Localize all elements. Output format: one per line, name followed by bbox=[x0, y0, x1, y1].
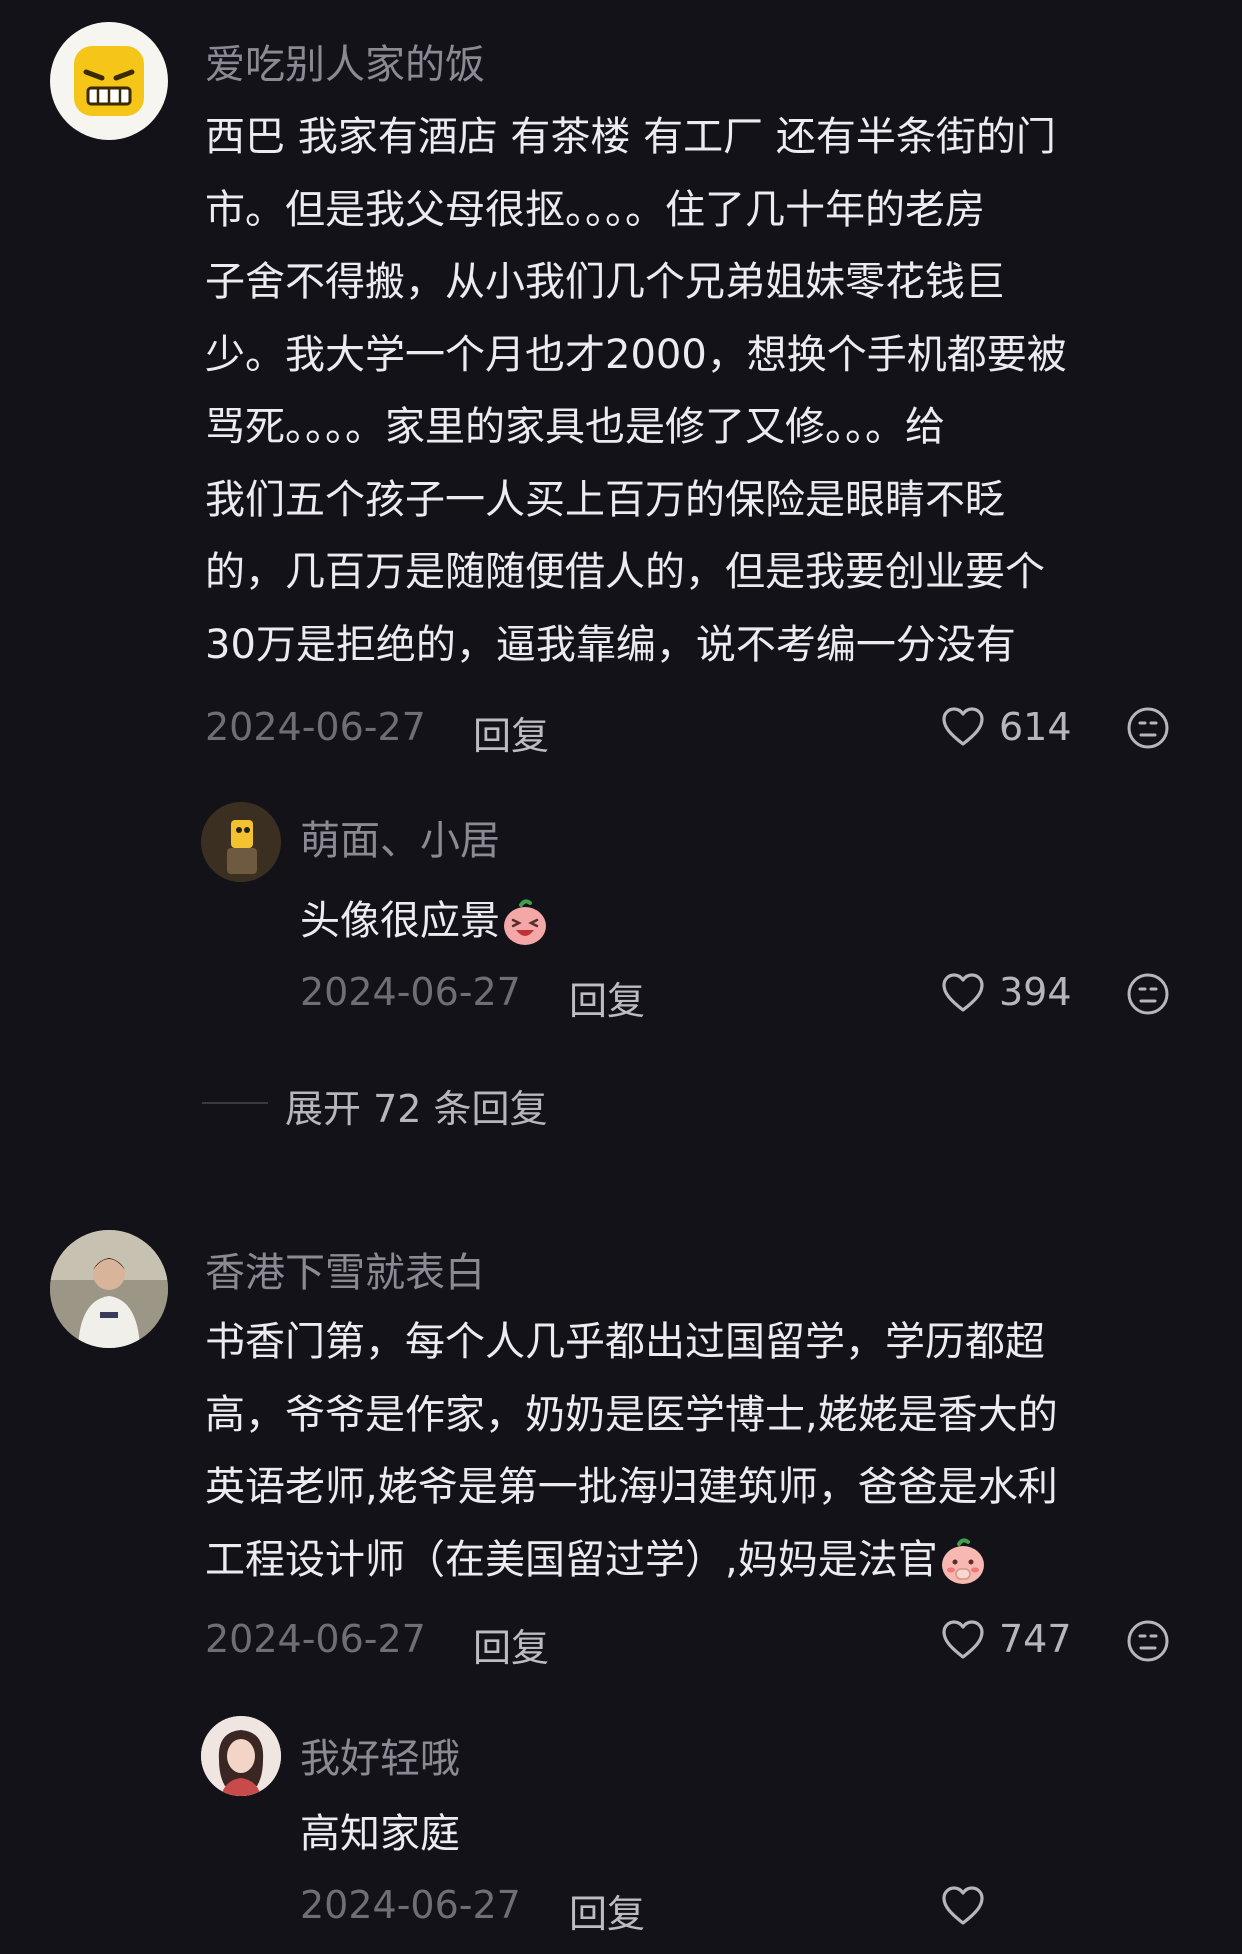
reply-button[interactable]: 回复 bbox=[569, 1883, 645, 1938]
reply-content: 高知家庭 bbox=[300, 1811, 460, 1857]
reply-content: 头像很应景 bbox=[300, 888, 550, 948]
comment-line: 英语老师,姥爷是第一批海归建筑师，爸爸是水利 bbox=[205, 1464, 1058, 1510]
comment-content: 书香门第，每个人几乎都出过国留学，学历都超 高，爷爷是作家，奶奶是医学博士,姥姥… bbox=[205, 1306, 1058, 1596]
heart-icon[interactable] bbox=[940, 1619, 986, 1661]
avatar[interactable] bbox=[201, 802, 281, 882]
comment-line: 工程设计师（在美国留过学）,妈妈是法官 bbox=[205, 1524, 1058, 1597]
comment-line-text: 工程设计师（在美国留过学）,妈妈是法官 bbox=[205, 1536, 938, 1583]
like-count: 394 bbox=[999, 970, 1072, 1014]
reply-date: 2024-06-27 bbox=[300, 1883, 521, 1927]
reply-username[interactable]: 萌面、小居 bbox=[300, 808, 500, 866]
dislike-face-icon[interactable] bbox=[1126, 1619, 1170, 1663]
reply-button[interactable]: 回复 bbox=[473, 705, 549, 760]
reply-text: 头像很应景 bbox=[300, 898, 500, 944]
comment-date: 2024-06-27 bbox=[205, 705, 426, 749]
expand-divider bbox=[202, 1102, 268, 1104]
comment-line: 西巴 我家有酒店 有茶楼 有工厂 还有半条街的门 bbox=[205, 114, 1056, 160]
angry-face-icon bbox=[74, 46, 144, 116]
reply-username[interactable]: 我好轻哦 bbox=[300, 1726, 460, 1784]
laughing-peach-emoji-icon bbox=[504, 899, 546, 945]
dislike-face-icon[interactable] bbox=[1126, 706, 1170, 750]
comment-line: 的，几百万是随随便借人的，但是我要创业要个 bbox=[205, 549, 1045, 595]
comment-line: 市。但是我父母很抠。。。。住了几十年的老房 bbox=[205, 186, 985, 233]
comment-line: 高，爷爷是作家，奶奶是医学博士,姥姥是香大的 bbox=[205, 1391, 1058, 1438]
comment-line: 我们五个孩子一人买上百万的保险是眼睛不眨 bbox=[205, 476, 1005, 523]
comment-line: 子舍不得搬，从小我们几个兄弟姐妹零花钱巨 bbox=[205, 259, 1005, 305]
comment-line: 书香门第，每个人几乎都出过国留学，学历都超 bbox=[205, 1319, 1045, 1365]
avatar[interactable] bbox=[201, 1716, 281, 1796]
avatar[interactable] bbox=[50, 1230, 168, 1348]
reply-button[interactable]: 回复 bbox=[569, 970, 645, 1025]
person-photo-icon bbox=[201, 1716, 281, 1796]
reply-date: 2024-06-27 bbox=[300, 970, 521, 1014]
comment-content: 西巴 我家有酒店 有茶楼 有工厂 还有半条街的门 市。但是我父母很抠。。。。住了… bbox=[205, 101, 1067, 681]
cartoon-character-icon bbox=[201, 802, 281, 882]
shy-peach-emoji-icon bbox=[941, 1537, 984, 1584]
comment-line: 骂死。。。。家里的家具也是修了又修。。。给 bbox=[205, 404, 945, 450]
like-count: 747 bbox=[999, 1617, 1072, 1661]
comment-username[interactable]: 香港下雪就表白 bbox=[205, 1240, 485, 1298]
expand-replies-button[interactable]: 展开 72 条回复 bbox=[285, 1078, 548, 1133]
comment-line: 30万是拒绝的，逼我靠编，说不考编一分没有 bbox=[205, 621, 1016, 668]
heart-icon[interactable] bbox=[940, 706, 986, 748]
reply-button[interactable]: 回复 bbox=[473, 1617, 549, 1672]
person-photo-icon bbox=[50, 1230, 168, 1348]
heart-icon[interactable] bbox=[940, 972, 986, 1014]
avatar[interactable] bbox=[50, 22, 168, 140]
like-count: 614 bbox=[999, 705, 1072, 749]
comment-line: 少。我大学一个月也才2000，想换个手机都要被 bbox=[205, 331, 1067, 378]
comment-username[interactable]: 爱吃别人家的饭 bbox=[205, 32, 485, 90]
dislike-face-icon[interactable] bbox=[1126, 972, 1170, 1016]
heart-icon[interactable] bbox=[940, 1885, 986, 1927]
comment-date: 2024-06-27 bbox=[205, 1617, 426, 1661]
